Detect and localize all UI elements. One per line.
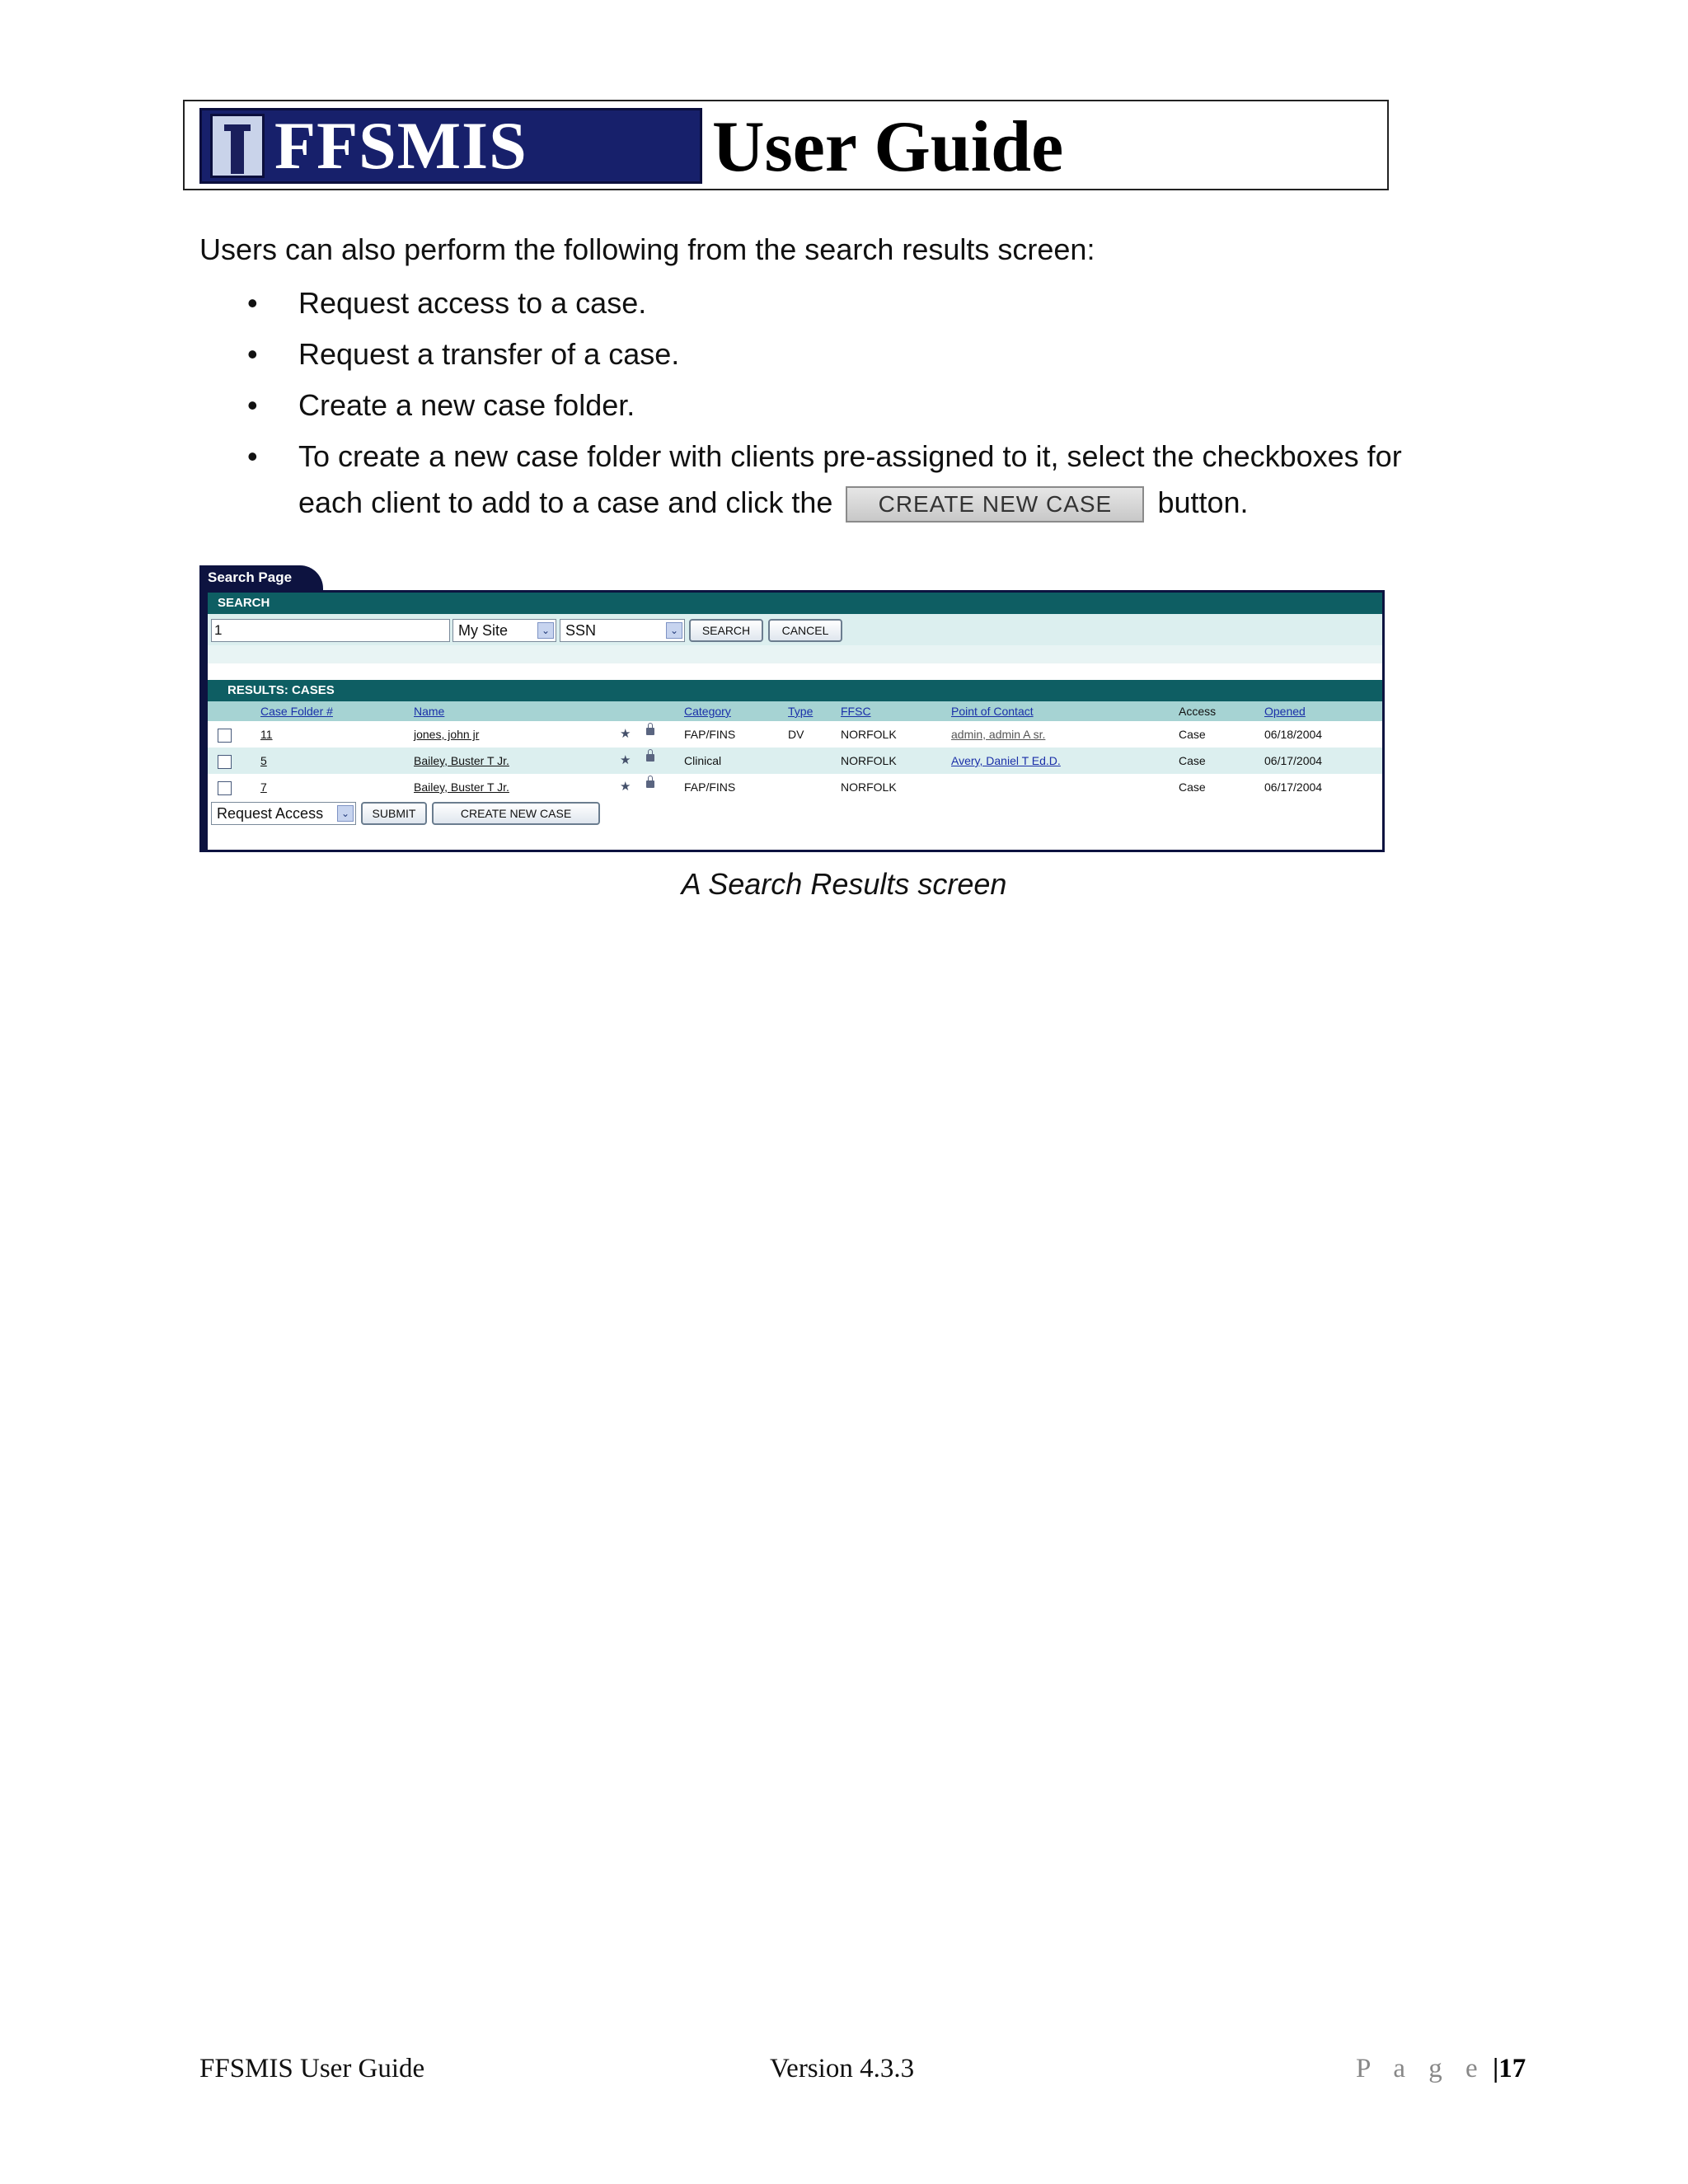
search-type-select-value: SSN [565, 622, 597, 639]
figure-caption: A Search Results screen [681, 867, 1007, 901]
ffsc-cell: NORFOLK [841, 780, 897, 794]
list-item-text: button. [1157, 485, 1249, 519]
column-header-point-of-contact[interactable]: Point of Contact [951, 705, 1034, 718]
bullet-icon: • [247, 286, 258, 320]
ffsc-cell: NORFOLK [841, 728, 897, 741]
list-item: • To create a new case folder with client… [247, 434, 1467, 526]
client-name-link[interactable]: Bailey, Buster T Jr. [414, 754, 509, 767]
column-header-name[interactable]: Name [414, 705, 444, 718]
site-select-value: My Site [458, 622, 509, 639]
document-header: FFSMIS User Guide [183, 100, 1389, 190]
search-results-screenshot: Search Page SEARCH 1 My Site ⌄ SSN ⌄ SEARC… [199, 565, 1385, 852]
bullet-icon: • [247, 388, 258, 422]
search-type-select[interactable]: SSN ⌄ [560, 619, 685, 642]
submit-button[interactable]: SUBMIT [361, 802, 427, 825]
category-cell: FAP/FINS [684, 728, 736, 741]
opened-cell: 06/18/2004 [1264, 728, 1323, 741]
cancel-button[interactable]: CANCEL [768, 619, 842, 642]
column-header-access: Access [1179, 705, 1217, 718]
client-name-link[interactable]: Bailey, Buster T Jr. [414, 780, 509, 794]
list-item: • Request access to a case. [247, 280, 1467, 326]
table-row: 5 Bailey, Buster T Jr. ★ Clinical NORFOL… [208, 748, 1382, 774]
intro-paragraph: Users can also perform the following fro… [199, 232, 1095, 266]
category-cell: Clinical [684, 754, 722, 767]
table-row: 11 jones, john jr ★ FAP/FINS DV NORFOLK … [208, 721, 1382, 748]
access-cell: Case [1179, 780, 1206, 794]
footer-page-label: P a g e [1356, 2054, 1486, 2083]
search-button[interactable]: SEARCH [689, 619, 763, 642]
tab-search-page[interactable]: Search Page [199, 565, 323, 590]
star-icon: ★ [620, 727, 631, 741]
ffsmis-logo: FFSMIS [199, 108, 702, 184]
column-header-ffsc[interactable]: FFSC [841, 705, 871, 718]
lighthouse-icon [210, 114, 265, 178]
category-cell: FAP/FINS [684, 780, 736, 794]
lock-icon [646, 723, 654, 735]
list-item: • Request a transfer of a case. [247, 331, 1467, 377]
search-input[interactable]: 1 [211, 619, 450, 642]
action-select[interactable]: Request Access ⌄ [211, 802, 356, 825]
type-cell: DV [788, 728, 804, 741]
access-cell: Case [1179, 728, 1206, 741]
case-folder-link[interactable]: 7 [260, 780, 267, 794]
bullet-icon: • [247, 337, 258, 371]
list-item-text: Request a transfer of a case. [298, 337, 680, 371]
site-select[interactable]: My Site ⌄ [452, 619, 556, 642]
lock-icon [646, 776, 654, 788]
action-select-value: Request Access [217, 805, 324, 822]
star-icon: ★ [620, 753, 631, 767]
access-cell: Case [1179, 754, 1206, 767]
logo-text: FFSMIS [274, 108, 528, 183]
column-header-case-folder[interactable]: Case Folder # [260, 705, 333, 718]
row-checkbox[interactable] [218, 781, 232, 795]
chevron-down-icon: ⌄ [537, 622, 554, 639]
row-checkbox[interactable] [218, 729, 232, 743]
bullet-list: • Request access to a case. • Request a tr… [247, 280, 1467, 531]
footer-title: FFSMIS User Guide [199, 2054, 425, 2083]
client-name-link[interactable]: jones, john jr [414, 728, 479, 741]
results-actions-row: Request Access ⌄ SUBMIT CREATE NEW CASE [208, 800, 1382, 828]
contact-link[interactable]: Avery, Daniel T Ed.D. [951, 754, 1061, 767]
star-icon: ★ [620, 780, 631, 794]
create-new-case-button-image: CREATE NEW CASE [846, 486, 1145, 523]
results-table-header: Case Folder # Name Category Type FFSC Po… [208, 701, 1382, 721]
column-header-category[interactable]: Category [684, 705, 731, 718]
search-page-frame: SEARCH 1 My Site ⌄ SSN ⌄ SEARCH CANCEL RES… [199, 590, 1385, 852]
contact-link[interactable]: admin, admin A sr. [951, 728, 1045, 741]
search-spacer [208, 645, 1382, 663]
row-checkbox[interactable] [218, 755, 232, 769]
document-title: User Guide [712, 107, 1064, 187]
list-item-text: Create a new case folder. [298, 388, 635, 422]
column-header-type[interactable]: Type [788, 705, 813, 718]
chevron-down-icon: ⌄ [337, 805, 354, 822]
search-section-header: SEARCH [208, 593, 1382, 614]
opened-cell: 06/17/2004 [1264, 754, 1323, 767]
lock-icon [646, 749, 654, 762]
case-folder-link[interactable]: 5 [260, 754, 267, 767]
search-row: 1 My Site ⌄ SSN ⌄ SEARCH CANCEL [208, 614, 1382, 645]
chevron-down-icon: ⌄ [666, 622, 682, 639]
create-new-case-button[interactable]: CREATE NEW CASE [432, 802, 600, 825]
results-section-header: RESULTS: CASES [208, 680, 1382, 701]
ffsc-cell: NORFOLK [841, 754, 897, 767]
bullet-icon: • [247, 439, 258, 473]
footer-page-indicator: P a g e |17 [1356, 2054, 1526, 2084]
column-header-opened[interactable]: Opened [1264, 705, 1306, 718]
case-folder-link[interactable]: 11 [260, 728, 273, 741]
opened-cell: 06/17/2004 [1264, 780, 1323, 794]
list-item: • Create a new case folder. [247, 382, 1467, 429]
table-row: 7 Bailey, Buster T Jr. ★ FAP/FINS NORFOL… [208, 774, 1382, 800]
footer-page-number: 17 [1498, 2054, 1526, 2083]
footer-version: Version 4.3.3 [770, 2054, 915, 2083]
list-item-text: Request access to a case. [298, 286, 647, 320]
